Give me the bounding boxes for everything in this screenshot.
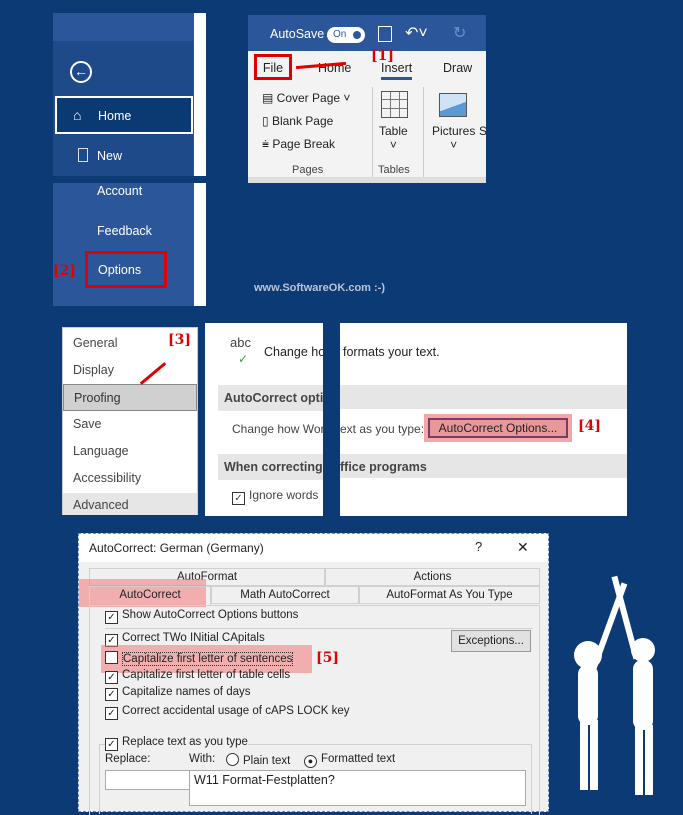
- plain-text-radio[interactable]: Plain text: [226, 753, 290, 767]
- save-icon[interactable]: [378, 26, 392, 42]
- autocorrect-options-button[interactable]: AutoCorrect Options...: [428, 418, 568, 438]
- help-button[interactable]: ?: [475, 539, 482, 554]
- celebrating-figures-icon: [574, 575, 655, 795]
- replace-text-checkbox[interactable]: ✓ Replace text as you type: [105, 736, 248, 751]
- step-2-label: [2]: [53, 263, 76, 279]
- page-break-button[interactable]: ⩧ Page Break: [262, 137, 335, 152]
- category-display[interactable]: Display: [73, 363, 114, 377]
- correcting-section-right: ffice programs: [340, 454, 627, 478]
- proofing-panel: abc ✓ Change how formats your text. Auto…: [205, 323, 323, 516]
- with-input[interactable]: W11 Format-Festplatten?: [189, 770, 526, 806]
- home-icon: ⌂: [73, 107, 82, 123]
- tab-autoformat-as-you-type[interactable]: AutoFormat As You Type: [359, 586, 540, 604]
- check-icon: ✓: [238, 352, 249, 366]
- blank-page-button[interactable]: ▯ Blank Page: [262, 114, 333, 128]
- cover-page-button[interactable]: ▤ Cover Page ˅: [262, 91, 350, 105]
- tab-draw[interactable]: Draw: [443, 61, 472, 75]
- tab-actions[interactable]: Actions: [325, 568, 540, 586]
- category-advanced[interactable]: Advanced: [63, 493, 197, 515]
- autosave-label: AutoSave: [270, 27, 325, 41]
- step-4-label: [4]: [578, 418, 601, 434]
- with-label: With:: [189, 753, 216, 765]
- replace-input[interactable]: [105, 770, 190, 790]
- autocorrect-section: AutoCorrect optio: [218, 385, 323, 411]
- category-general[interactable]: General: [73, 336, 117, 350]
- file-backstage-menu-lower: Account Feedback Options: [53, 183, 206, 306]
- formatted-text-radio[interactable]: ● Formatted text: [304, 753, 395, 768]
- tab-autocorrect[interactable]: AutoCorrect: [89, 586, 211, 606]
- correcting-section: When correcting s: [218, 454, 323, 480]
- abc-icon: abc: [230, 335, 251, 350]
- toggle-label: On: [333, 29, 347, 40]
- category-language[interactable]: Language: [73, 444, 129, 458]
- table-button[interactable]: Table ˅: [379, 124, 408, 152]
- table-icon: [381, 91, 408, 118]
- show-autocorrect-buttons-checkbox[interactable]: ✓ Show AutoCorrect Options buttons: [105, 609, 298, 624]
- undo-icon[interactable]: ↶˅: [405, 23, 428, 43]
- change-label-right: ext as you type:: [340, 422, 425, 436]
- cover-page-icon: ▤: [262, 91, 277, 105]
- category-accessibility[interactable]: Accessibility: [73, 471, 141, 485]
- close-button[interactable]: ✕: [517, 539, 529, 556]
- category-proofing[interactable]: Proofing: [63, 384, 197, 411]
- file-backstage-menu: ← ⌂ Home New: [53, 13, 206, 176]
- step-5-label: [5]: [316, 650, 339, 666]
- pictures-icon: [439, 93, 467, 117]
- menu-item-feedback[interactable]: Feedback: [97, 224, 152, 238]
- watermark-text: www.SoftwareOK.com :-): [254, 282, 385, 294]
- autosave-toggle[interactable]: On: [327, 27, 365, 43]
- exceptions-button[interactable]: Exceptions...: [451, 630, 531, 652]
- options-category-list: General Display Proofing Save Language A…: [62, 327, 198, 515]
- proofing-heading: Change how formats your text.: [264, 345, 323, 359]
- tab-math-autocorrect[interactable]: Math AutoCorrect: [211, 586, 359, 604]
- proofing-heading-right: formats your text.: [343, 345, 440, 359]
- menu-item-home[interactable]: ⌂ Home: [55, 96, 193, 134]
- capitalize-sentences-checkbox[interactable]: Capitalize first letter of sentences: [105, 651, 294, 666]
- replace-label: Replace:: [105, 753, 151, 765]
- menu-item-new[interactable]: New: [97, 149, 122, 163]
- blank-page-icon: ▯: [262, 114, 272, 128]
- menu-item-account[interactable]: Account: [97, 184, 142, 198]
- ribbon-cut-text: S: [479, 124, 488, 138]
- menu-label: Home: [98, 109, 132, 123]
- capitalize-table-cells-checkbox[interactable]: ✓ Capitalize first letter of table cells: [105, 669, 290, 684]
- step-1-label: [1]: [371, 48, 394, 64]
- caps-lock-checkbox[interactable]: ✓ Correct accidental usage of cAPS LOCK k…: [105, 705, 350, 720]
- redo-icon[interactable]: ↻: [453, 23, 466, 43]
- group-label-tables: Tables: [378, 164, 410, 176]
- ignore-words-checkbox[interactable]: ✓ Ignore words: [232, 488, 318, 505]
- menu-item-options[interactable]: Options: [85, 251, 167, 288]
- autocorrect-dialog: AutoCorrect: German (Germany) ? ✕ AutoFo…: [78, 533, 549, 815]
- group-label-pages: Pages: [292, 164, 324, 176]
- document-icon: [78, 148, 88, 162]
- back-arrow-icon[interactable]: ←: [70, 61, 92, 83]
- step-3-label: [3]: [168, 332, 191, 348]
- page-break-icon: ⩧: [262, 137, 273, 151]
- menu-label: Options: [98, 263, 142, 277]
- category-save[interactable]: Save: [73, 417, 102, 431]
- change-label: Change how Wor: [232, 422, 323, 436]
- tab-file[interactable]: File: [254, 54, 292, 80]
- pictures-button[interactable]: Pictures ˅: [432, 124, 475, 152]
- capitalize-days-checkbox[interactable]: ✓ Capitalize names of days: [105, 686, 250, 701]
- word-ribbon: AutoSave On ↶˅ ↻ File Home Insert Draw ▤…: [248, 15, 488, 183]
- dialog-title: AutoCorrect: German (Germany): [89, 541, 264, 555]
